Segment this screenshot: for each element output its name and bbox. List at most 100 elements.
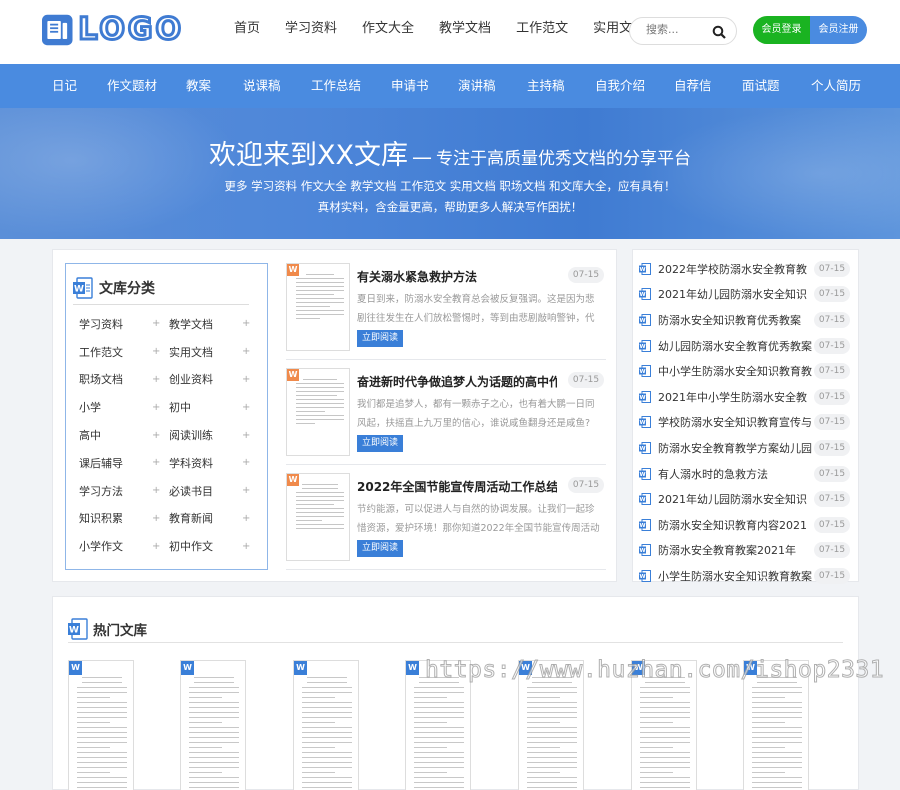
category-link[interactable]: 工作范文 + [79,338,169,366]
category-link[interactable]: 高中 + [79,421,169,449]
category-label: 阅读训练 [169,429,213,443]
login-button[interactable]: 会员登录 [753,16,810,44]
doc-preview [640,677,690,790]
catnav-item[interactable]: 教案 [186,64,211,108]
article-date: 07-15 [568,372,604,388]
word-doc-icon: W [639,569,651,582]
article-title[interactable]: 有关溺水紧急救护方法 [357,268,557,285]
word-badge-icon: W [69,661,82,675]
article-date: 07-15 [568,477,604,493]
catnav-item[interactable]: 工作总结 [311,64,361,108]
hot-doc-thumbnail[interactable]: W [68,660,134,790]
category-link[interactable]: 创业资料 + [169,366,259,394]
main-nav: 首页 学习资料 作文大全 教学文档 工作范文 实用文档 [226,0,662,60]
catnav-item[interactable]: 自荐信 [674,64,712,108]
word-badge-icon: W [287,474,299,486]
article-title[interactable]: 奋进新时代争做追梦人为话题的高中作 [357,373,557,390]
category-link[interactable]: 初中作文 + [169,532,259,560]
category-link[interactable]: 阅读训练 + [169,421,259,449]
category-link[interactable]: 职场文档 + [79,366,169,394]
hot-doc-thumbnail[interactable]: W [180,660,246,790]
list-item[interactable]: W 防溺水安全知识教育优秀教案 07-15 [639,307,853,333]
hot-docs-section: W 热门文库 WWWWWWW [52,596,859,790]
catnav-item[interactable]: 说课稿 [243,64,281,108]
plus-icon: + [242,457,251,469]
category-link[interactable]: 实用文档 + [169,338,259,366]
svg-text:W: W [639,549,645,555]
category-link[interactable]: 知识积累 + [79,505,169,533]
category-link[interactable]: 教育新闻 + [169,505,259,533]
catnav-item[interactable]: 主持稿 [527,64,565,108]
register-button[interactable]: 会员注册 [810,16,867,44]
word-badge-icon: W [287,264,299,276]
list-item[interactable]: W 中小学生防溺水安全知识教育教 07-15 [639,358,853,384]
article-thumbnail[interactable]: W [286,263,350,351]
nav-essay[interactable]: 作文大全 [354,0,422,60]
article-thumbnail[interactable]: W [286,368,350,456]
category-link[interactable]: 教学文档 + [169,310,259,338]
list-item-date: 07-15 [814,363,850,380]
list-item[interactable]: W 2021年幼儿园防溺水安全知识 07-15 [639,486,853,512]
banner-title-dash: — [412,145,432,169]
category-label: 实用文档 [169,345,213,359]
list-item[interactable]: W 2021年中小学生防溺水安全教 07-15 [639,384,853,410]
category-link[interactable]: 必读书目 + [169,477,259,505]
list-item-date: 07-15 [814,337,850,354]
hot-docs-title: 热门文库 [93,623,147,639]
catnav-item[interactable]: 自我介绍 [595,64,645,108]
search-input[interactable] [646,23,712,36]
svg-text:W: W [639,523,645,529]
list-item[interactable]: W 2021年幼儿园防溺水安全知识 07-15 [639,282,853,308]
category-label: 小学作文 [79,540,123,554]
category-link[interactable]: 学习资料 + [79,310,169,338]
article-title[interactable]: 2022年全国节能宣传周活动工作总结范 [357,478,557,495]
list-item[interactable]: W 防溺水安全教育教案2021年 07-15 [639,538,853,564]
read-now-button[interactable]: 立即阅读 [357,435,403,452]
list-item[interactable]: W 小学生防溺水安全知识教育教案 07-15 [639,563,853,589]
article-thumbnail[interactable]: W [286,473,350,561]
category-link[interactable]: 学习方法 + [79,477,169,505]
nav-teaching[interactable]: 教学文档 [431,0,499,60]
catnav-item[interactable]: 日记 [52,64,77,108]
category-row: 学习资料 + 教学文档 + [79,310,259,338]
word-doc-icon: W [639,518,651,531]
watermark-url: https://www.huzhan.com/ishop2331 [424,657,885,684]
word-doc-icon: W [639,313,651,326]
nav-work[interactable]: 工作范文 [508,0,576,60]
category-link[interactable]: 初中 + [169,393,259,421]
category-label: 学习方法 [79,484,123,498]
nav-study[interactable]: 学习资料 [277,0,345,60]
list-item-title: 2021年幼儿园防溺水安全知识 [658,288,807,302]
list-item[interactable]: W 有人溺水时的急救方法 07-15 [639,461,853,487]
list-item[interactable]: W 防溺水安全知识教育内容2021 07-15 [639,512,853,538]
category-link[interactable]: 课后辅导 + [79,449,169,477]
catnav-item[interactable]: 面试题 [742,64,780,108]
search-icon[interactable] [712,25,726,39]
article-card[interactable]: W 有关溺水紧急救护方法 07-15 夏日到来，防溺水安全教育总会被反复强调。这… [286,263,606,363]
category-link[interactable]: 小学作文 + [79,532,169,560]
read-now-button[interactable]: 立即阅读 [357,540,403,557]
catnav-item[interactable]: 个人简历 [811,64,861,108]
list-item[interactable]: W 学校防溺水安全知识教育宣传与 07-15 [639,410,853,436]
svg-text:W: W [639,472,645,478]
list-item[interactable]: W 防溺水安全教育教学方案幼儿园 07-15 [639,435,853,461]
category-link[interactable]: 学科资料 + [169,449,259,477]
catnav-item[interactable]: 申请书 [391,64,429,108]
top-header: LOGO 首页 学习资料 作文大全 教学文档 工作范文 实用文档 会员登录 会员… [0,0,900,64]
category-link[interactable]: 小学 + [79,393,169,421]
article-card[interactable]: W 奋进新时代争做追梦人为话题的高中作 07-15 我们都是追梦人，都有一颗赤子… [286,368,606,468]
catnav-item[interactable]: 演讲稿 [458,64,496,108]
plus-icon: + [242,485,251,497]
search-box [629,17,737,45]
list-item-date: 07-15 [814,260,850,277]
read-now-button[interactable]: 立即阅读 [357,330,403,347]
hot-doc-thumbnail[interactable]: W [293,660,359,790]
category-row: 知识积累 + 教育新闻 + [79,505,259,533]
catnav-item[interactable]: 作文题材 [107,64,157,108]
plus-icon: + [242,401,251,413]
list-item[interactable]: W 2022年学校防溺水安全教育教 07-15 [639,256,853,282]
site-logo[interactable]: LOGO [42,11,184,49]
nav-home[interactable]: 首页 [226,0,268,60]
list-item[interactable]: W 幼儿园防溺水安全教育优秀教案 07-15 [639,333,853,359]
article-card[interactable]: W 2022年全国节能宣传周活动工作总结范 07-15 节约能源，可以促进人与自… [286,473,606,573]
